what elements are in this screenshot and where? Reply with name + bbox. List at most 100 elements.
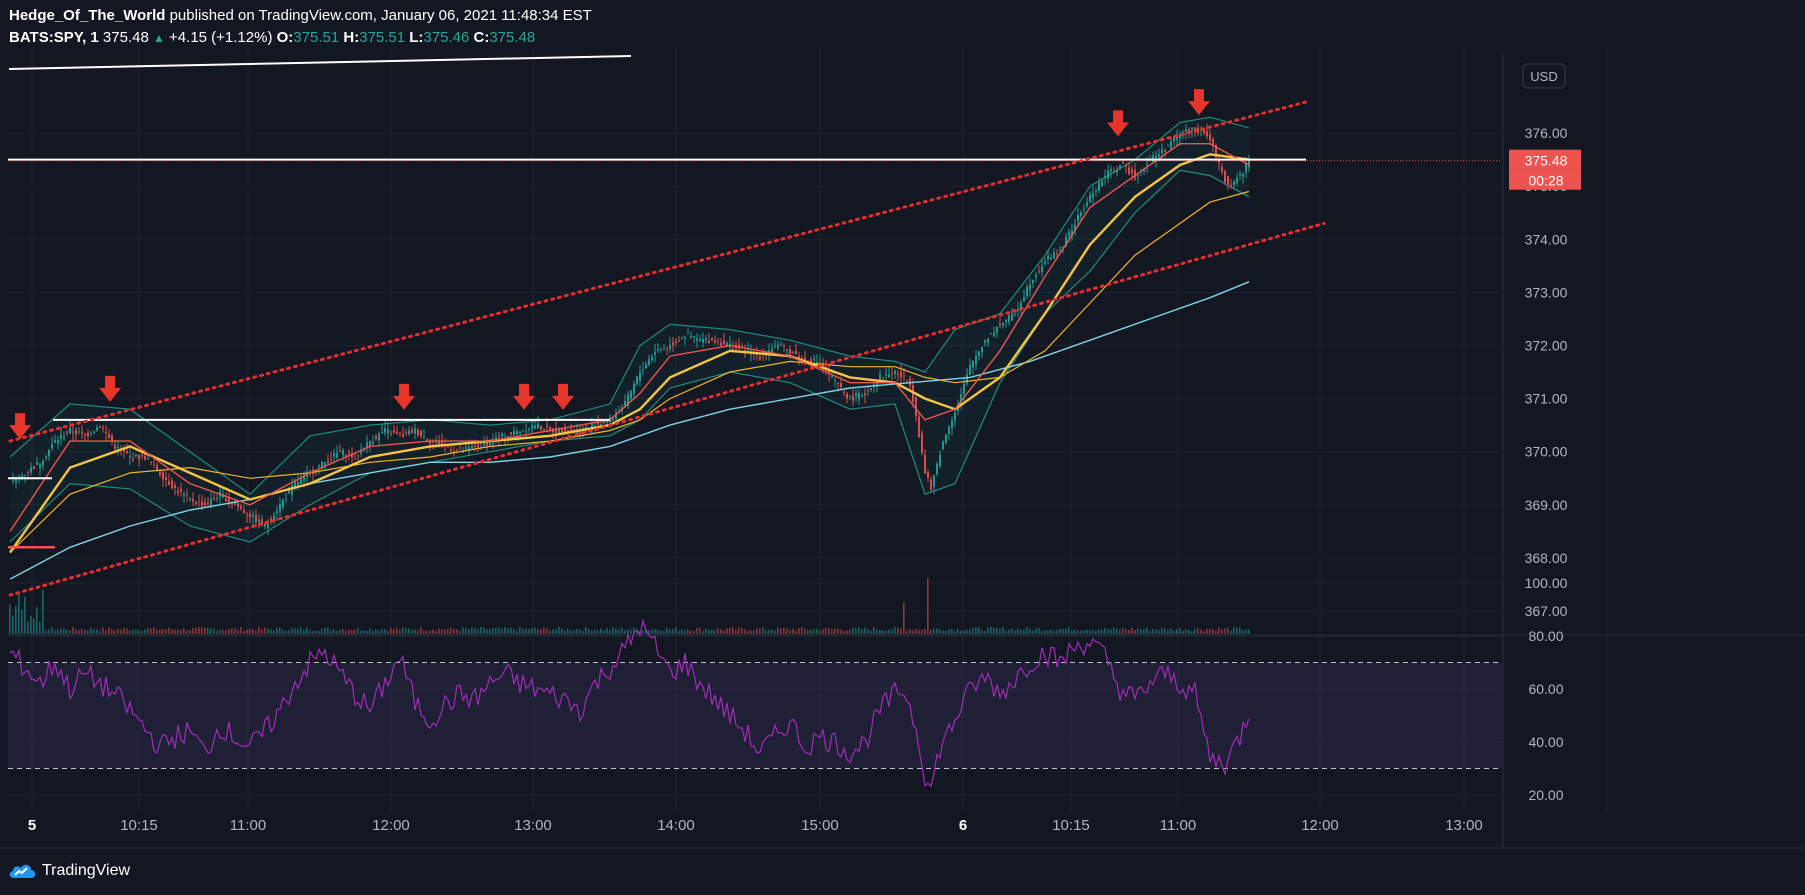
candle-body (1203, 130, 1205, 133)
volume-bar (108, 627, 110, 634)
volume-bar (63, 628, 65, 634)
volume-bar (420, 627, 422, 634)
volume-bar (1221, 629, 1223, 634)
volume-bar (600, 628, 602, 634)
time-axis[interactable]: 5 10:15 11:00 12:00 13:00 14:00 15:00 6 10:15 11:… (28, 817, 1483, 834)
candle-body (1101, 180, 1103, 187)
volume-bar (753, 630, 755, 634)
up-triangle-icon: ▲ (152, 31, 165, 45)
volume-bar (231, 628, 233, 634)
candle-body (684, 336, 686, 339)
bollinger-upper (9, 116, 1250, 495)
volume-bar (357, 627, 359, 634)
volume-bar (417, 630, 419, 634)
price-tick-label: 371.00 (1525, 391, 1568, 407)
candle-body (630, 390, 632, 399)
volume-bar (1155, 629, 1157, 634)
volume-bar (774, 630, 776, 634)
volume-bar (465, 628, 467, 634)
candle-body (189, 497, 191, 500)
candle-body (402, 433, 404, 437)
volume-bar (924, 628, 926, 634)
volume-bar (129, 630, 131, 634)
volume-bar (993, 627, 995, 634)
volume-bar (228, 629, 230, 634)
candle-body (819, 361, 821, 363)
volume-bar (1239, 627, 1241, 634)
volume-bar (819, 630, 821, 634)
volume-bar (12, 615, 14, 634)
volume-bar (630, 629, 632, 634)
volume-bar (366, 630, 368, 634)
tradingview-logo[interactable]: TradingView (8, 860, 130, 882)
volume-bar (603, 630, 605, 634)
volume-bar (405, 628, 407, 634)
volume-bar (1032, 630, 1034, 634)
candle-body (1011, 313, 1013, 321)
published-text: published on TradingView.com, January 06… (169, 7, 592, 24)
volume-bar (45, 630, 47, 634)
volume-bar (39, 622, 41, 634)
candle-body (1068, 231, 1070, 237)
candle-body (399, 432, 401, 435)
price-axis[interactable]: 367.00 368.00 369.00 370.00 371.00 372.00 373.… (1509, 63, 1581, 803)
candle-body (33, 466, 35, 470)
volume-bar (612, 627, 614, 634)
candle-body (675, 341, 677, 343)
candle-body (1050, 258, 1052, 260)
volume-bar (1056, 629, 1058, 634)
volume-bar (189, 629, 191, 634)
candle-body (780, 344, 782, 346)
volume-bar (402, 627, 404, 634)
volume-bar (543, 627, 545, 634)
volume-bar (126, 628, 128, 634)
volume-bar (1128, 629, 1130, 634)
volume-bar (84, 629, 86, 634)
volume-bar (942, 630, 944, 634)
candle-body (258, 519, 260, 523)
candle-body (513, 430, 515, 435)
volume-bar (699, 627, 701, 634)
volume-bar (90, 627, 92, 634)
price-tick-label: 370.00 (1525, 444, 1568, 460)
candle-body (930, 479, 932, 490)
publisher-name[interactable]: Hedge_Of_The_World (9, 7, 165, 24)
candle-body (423, 436, 425, 438)
candle-body (459, 448, 461, 450)
candle-body (570, 429, 572, 431)
candle-body (528, 429, 530, 430)
candle-body (63, 436, 65, 439)
volume-bar (21, 609, 23, 634)
candle-body (1116, 169, 1118, 173)
volume-bar (711, 629, 713, 634)
candle-body (375, 436, 377, 440)
candle-body (273, 515, 275, 520)
candle-body (420, 430, 422, 437)
change-value: +4.15 (+1.12%) (169, 29, 273, 46)
volume-bar (450, 627, 452, 634)
candle-body (45, 456, 47, 458)
candle-body (498, 436, 500, 438)
down-arrow-icon (393, 383, 415, 410)
volume-bar (585, 627, 587, 634)
candle-body (651, 356, 653, 361)
volume-bar (339, 629, 341, 634)
candle-body (885, 374, 887, 376)
candle-body (471, 446, 473, 449)
volume-bar (246, 629, 248, 634)
candle-body (1047, 255, 1049, 259)
candle-body (1137, 174, 1139, 177)
price-chart[interactable]: 367.00 368.00 369.00 370.00 371.00 372.00 373.… (0, 0, 1805, 895)
candle-body (906, 380, 908, 382)
horizontal-levels[interactable] (8, 55, 1502, 549)
candle-body (774, 346, 776, 347)
volume-bar (1167, 630, 1169, 634)
candle-body (990, 332, 992, 335)
candle-body (339, 450, 341, 452)
volume-bar (930, 630, 932, 634)
volume-bar (1140, 629, 1142, 634)
close-value: 375.48 (489, 29, 536, 46)
volume-bar (885, 630, 887, 634)
volume-bar (720, 629, 722, 634)
volume-bar (609, 629, 611, 634)
